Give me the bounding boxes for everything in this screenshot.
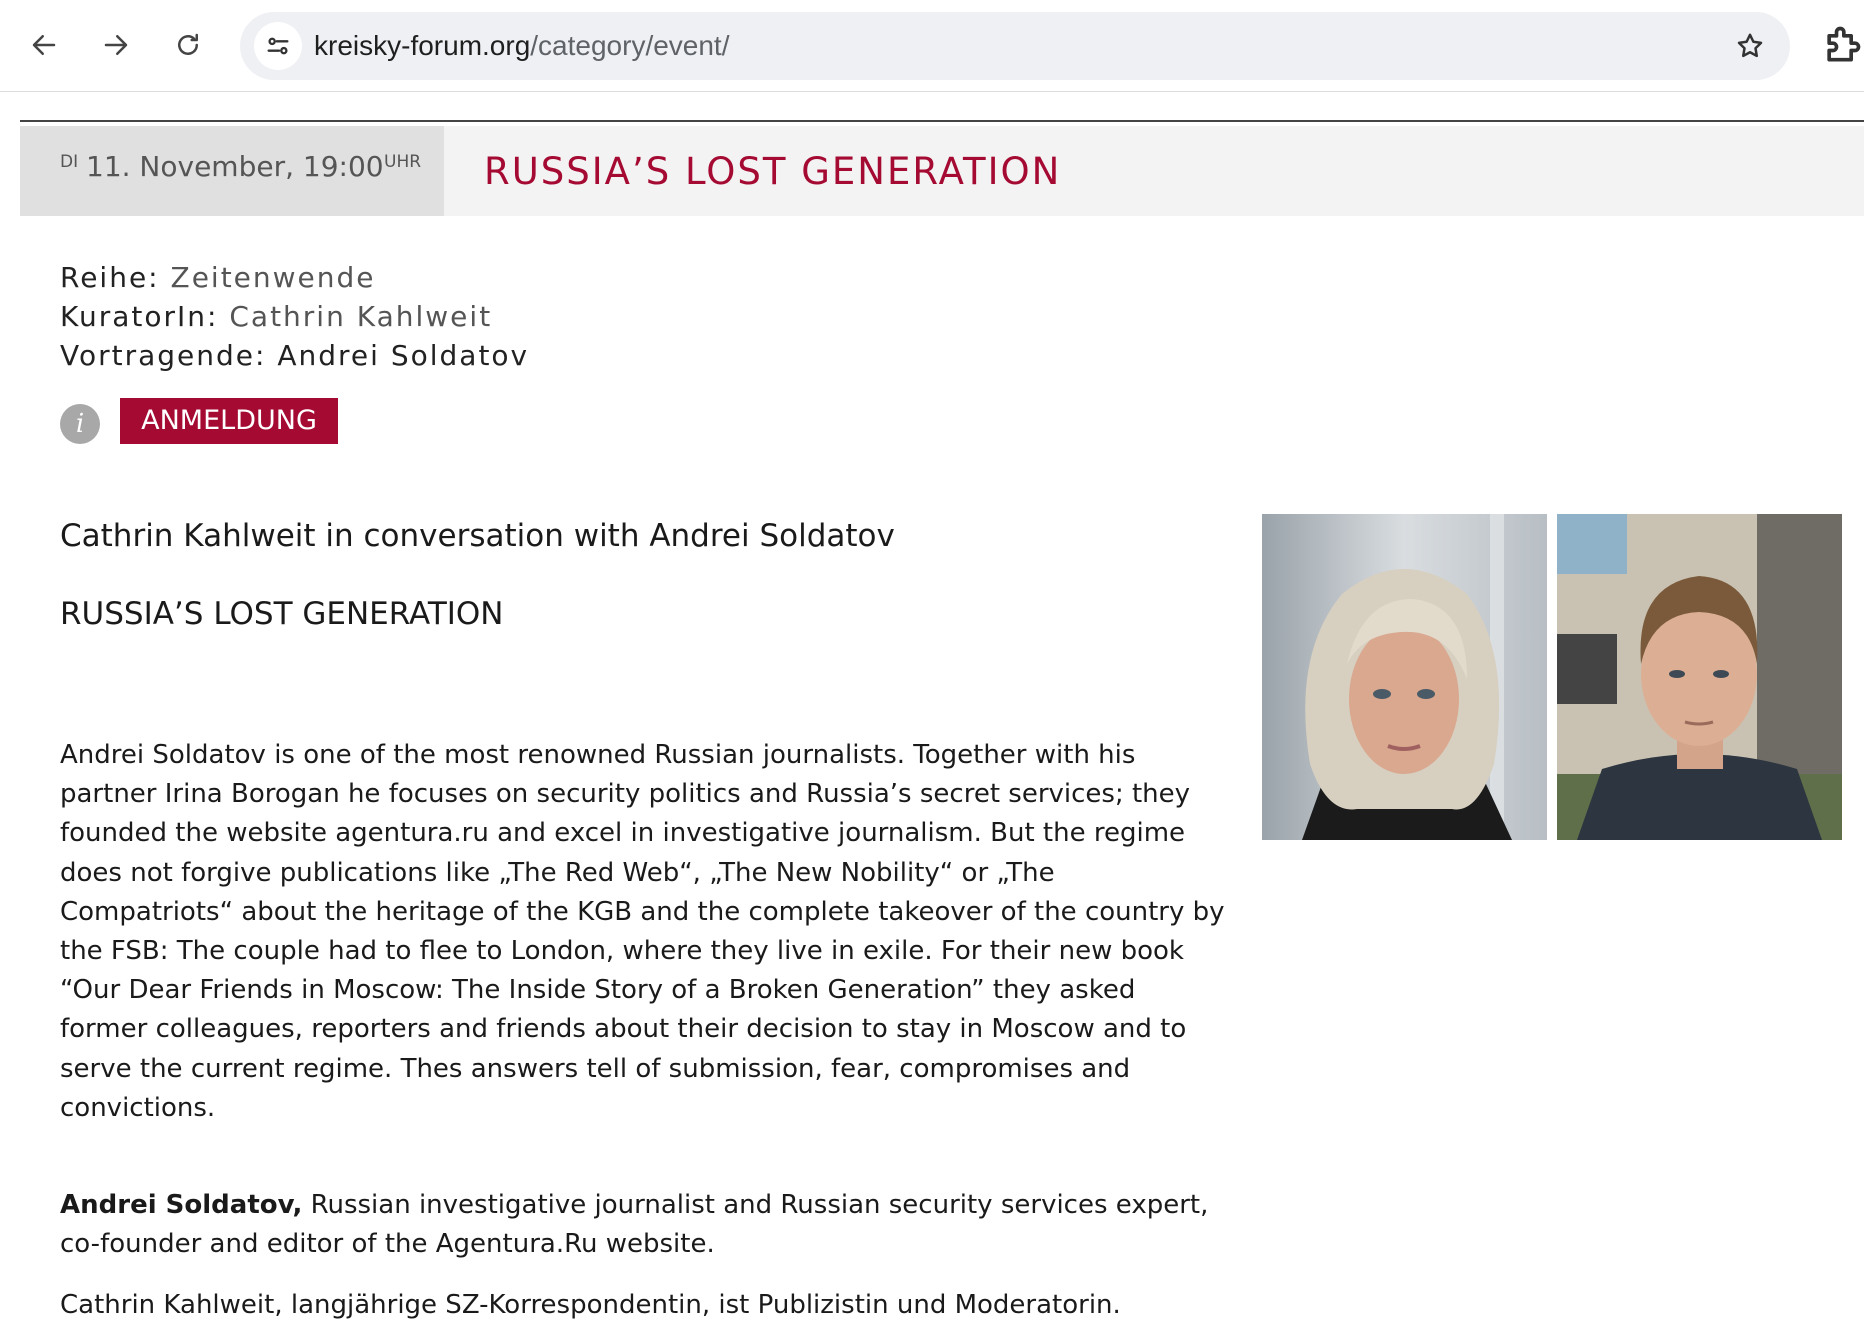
bookmark-star-icon (1737, 33, 1763, 58)
top-divider (20, 120, 1864, 122)
extensions-button[interactable] (1820, 22, 1864, 68)
meta-reihe: Reihe: Zeitenwende (60, 258, 529, 297)
site-info-icon (267, 37, 289, 55)
event-subtitle: Cathrin Kahlweit in conversation with An… (60, 518, 895, 554)
info-icon[interactable]: i (60, 404, 100, 444)
url-host: kreisky-forum.org (314, 30, 531, 61)
extensions-icon (1827, 26, 1861, 62)
back-arrow-icon (32, 35, 56, 55)
meta-vortragende: Vortragende: Andrei Soldatov (60, 336, 529, 375)
event-content: Cathrin Kahlweit in conversation with An… (60, 514, 1230, 1320)
event-time-unit: UHR (384, 152, 422, 172)
browser-toolbar: kreisky-forum.org/category/event/ (0, 0, 1864, 92)
event-title-bar: RUSSIA’S LOST GENERATION (444, 126, 1864, 216)
reihe-label: Reihe: (60, 261, 160, 294)
curator-bio-text: , langjährige SZ-Korrespondentin, ist Pu… (274, 1290, 1121, 1320)
reload-button[interactable] (165, 22, 211, 68)
kurator-link[interactable]: Cathrin Kahlweit (229, 300, 492, 333)
vortragende-label: Vortragende: (60, 339, 267, 372)
back-button[interactable] (21, 22, 67, 68)
portrait-photo-kahlweit (1262, 514, 1547, 840)
event-date-box: DI 11. November, 19:00 UHR (20, 126, 444, 216)
curator-bio: Cathrin Kahlweit, langjährige SZ-Korresp… (60, 1286, 1230, 1325)
portrait-photo-soldatov (1557, 514, 1842, 840)
event-weekday: DI (60, 152, 79, 172)
curator-bio-name: Cathrin Kahlweit (60, 1290, 275, 1320)
address-bar[interactable]: kreisky-forum.org/category/event/ (240, 12, 1790, 80)
url-text[interactable]: kreisky-forum.org/category/event/ (314, 12, 730, 80)
url-path: /category/event/ (530, 30, 730, 61)
register-button[interactable]: ANMELDUNG (120, 398, 338, 444)
event-description: Andrei Soldatov is one of the most renow… (60, 740, 1225, 1123)
event-meta: Reihe: Zeitenwende KuratorIn: Cathrin Ka… (60, 258, 529, 375)
event-headline: RUSSIA’S LOST GENERATION (60, 596, 504, 632)
event-title[interactable]: RUSSIA’S LOST GENERATION (484, 150, 1061, 193)
speaker-bio: Andrei Soldatov, Russian investigative j… (60, 1186, 1230, 1264)
event-date: 11. November, 19:00 (86, 150, 384, 183)
reload-icon (178, 33, 198, 55)
vortragende-value: Andrei Soldatov (277, 339, 530, 372)
forward-arrow-icon (104, 35, 128, 55)
speaker-bio-name: Andrei Soldatov, (60, 1190, 303, 1220)
reihe-link[interactable]: Zeitenwende (171, 261, 376, 294)
bookmark-button[interactable] (1730, 26, 1770, 66)
site-info-button[interactable] (254, 22, 302, 70)
forward-button[interactable] (93, 22, 139, 68)
meta-kurator: KuratorIn: Cathrin Kahlweit (60, 297, 529, 336)
kurator-label: KuratorIn: (60, 300, 219, 333)
